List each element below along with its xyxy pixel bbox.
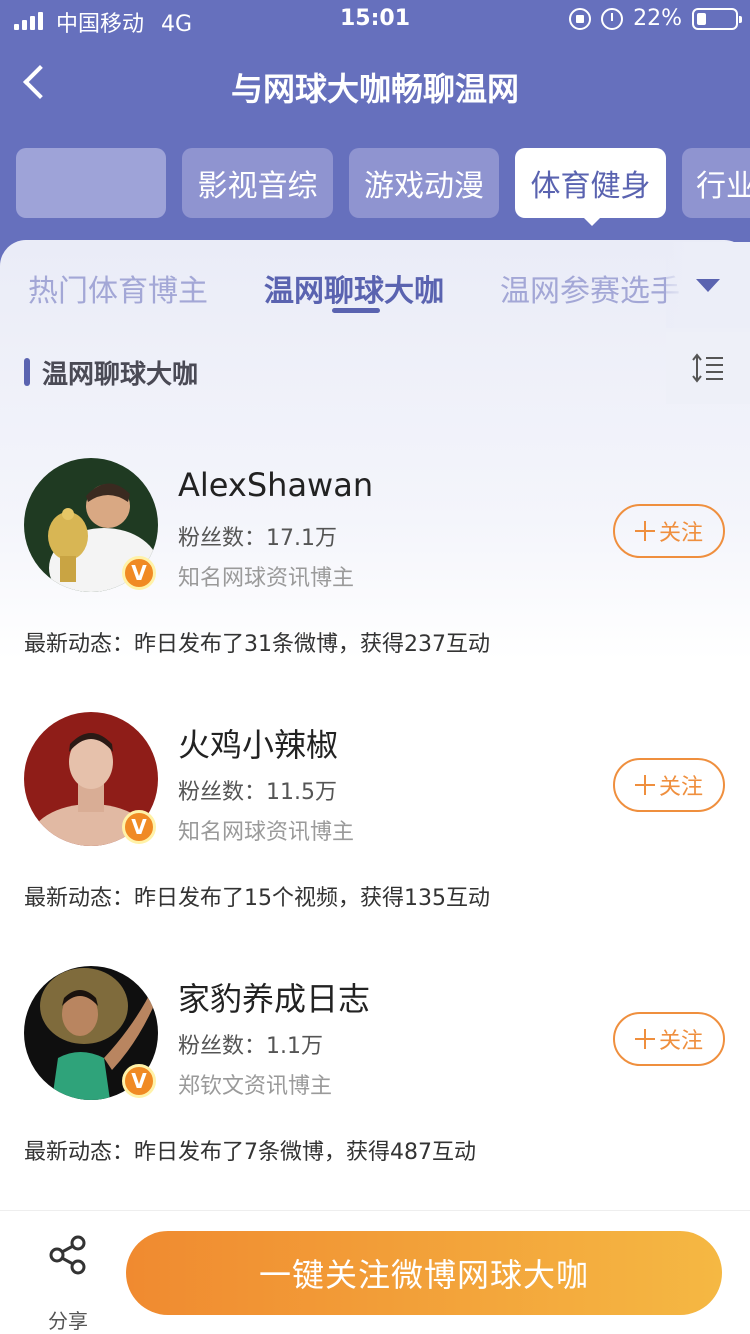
- share-button[interactable]: 分享: [40, 1231, 96, 1333]
- fan-count: 粉丝数：11.5万: [178, 780, 337, 805]
- plus-icon: [634, 521, 655, 541]
- follow-button[interactable]: 关注: [613, 1012, 725, 1066]
- follow-label: 关注: [658, 521, 703, 546]
- share-label: 分享: [48, 1309, 88, 1333]
- expand-tabs-button[interactable]: [666, 242, 750, 328]
- blogger-card: V 家豹养成日志 粉丝数：1.1万 郑钦文资讯博主 关注 最新动态：昨日发布了7…: [0, 966, 750, 1220]
- sub-tabs: 热门体育博主 温网聊球大咖 温网参赛选手: [0, 240, 750, 330]
- section-header: 温网聊球大咖: [24, 352, 198, 392]
- follow-label: 关注: [658, 775, 703, 800]
- category-tab[interactable]: [16, 148, 166, 218]
- blogger-name[interactable]: 火鸡小辣椒: [178, 720, 338, 766]
- blogger-name[interactable]: AlexShawan: [178, 466, 373, 504]
- orientation-lock-icon: [569, 7, 592, 30]
- fan-count: 粉丝数：17.1万: [178, 526, 337, 551]
- category-tab[interactable]: 游戏动漫: [349, 148, 499, 218]
- section-accent-bar: [24, 358, 30, 386]
- category-tabs: 影视音综 游戏动漫 体育健身 行业: [0, 148, 750, 226]
- category-tab[interactable]: 行业: [682, 148, 750, 218]
- sort-icon: [692, 353, 723, 383]
- category-tab-active[interactable]: 体育健身: [515, 148, 666, 218]
- latest-activity: 最新动态：昨日发布了31条微博，获得237互动: [24, 632, 490, 657]
- header-background: 中国移动 4G 15:01 22% 与网球大咖畅聊温网 影视音综 游戏动漫 体育…: [0, 0, 750, 280]
- verified-badge: V: [122, 556, 156, 590]
- subtab-wimbledon-talk[interactable]: 温网聊球大咖: [264, 266, 444, 310]
- plus-icon: [634, 1029, 655, 1049]
- verified-badge: V: [122, 810, 156, 844]
- latest-activity: 最新动态：昨日发布了15个视频，获得135互动: [24, 886, 490, 911]
- active-tab-underline: [332, 308, 380, 313]
- category-tab[interactable]: 影视音综: [182, 148, 333, 218]
- share-icon: [49, 1235, 86, 1275]
- blogger-card: V AlexShawan 粉丝数：17.1万 知名网球资讯博主 关注 最新动态：…: [0, 458, 750, 712]
- page: 中国移动 4G 15:01 22% 与网球大咖畅聊温网 影视音综 游戏动漫 体育…: [0, 0, 750, 1334]
- section-title: 温网聊球大咖: [42, 359, 199, 390]
- battery-icon: [692, 7, 742, 30]
- battery-percent: 22%: [633, 6, 682, 31]
- follow-button[interactable]: 关注: [613, 504, 725, 558]
- subtab-hot-sports[interactable]: 热门体育博主: [28, 266, 208, 310]
- follow-all-button[interactable]: 一键关注微博网球大咖: [126, 1231, 722, 1315]
- sort-button[interactable]: [666, 332, 750, 404]
- blogger-card: V 火鸡小辣椒 粉丝数：11.5万 知名网球资讯博主 关注 最新动态：昨日发布了…: [0, 712, 750, 966]
- follow-label: 关注: [658, 1029, 703, 1054]
- bottom-bar: 分享 一键关注微博网球大咖: [0, 1210, 750, 1334]
- plus-icon: [634, 775, 655, 795]
- verified-badge: V: [122, 1064, 156, 1098]
- subtab-wimbledon-players[interactable]: 温网参赛选手: [500, 266, 680, 310]
- latest-activity: 最新动态：昨日发布了7条微博，获得487互动: [24, 1140, 476, 1165]
- blogger-description: 知名网球资讯博主: [178, 820, 355, 845]
- blogger-name[interactable]: 家豹养成日志: [178, 974, 370, 1020]
- blogger-description: 郑钦文资讯博主: [178, 1074, 333, 1099]
- caret-down-icon: [696, 278, 720, 292]
- blogger-description: 知名网球资讯博主: [178, 566, 355, 591]
- follow-button[interactable]: 关注: [613, 758, 725, 812]
- active-tab-pointer: [582, 216, 602, 226]
- status-bar: 中国移动 4G 15:01 22%: [0, 0, 750, 40]
- alarm-icon: [601, 7, 624, 30]
- page-title: 与网球大咖畅聊温网: [230, 70, 519, 108]
- content-sheet: 热门体育博主 温网聊球大咖 温网参赛选手 温网聊球大咖 V AlexShawan…: [0, 240, 750, 1334]
- fan-count: 粉丝数：1.1万: [178, 1034, 323, 1059]
